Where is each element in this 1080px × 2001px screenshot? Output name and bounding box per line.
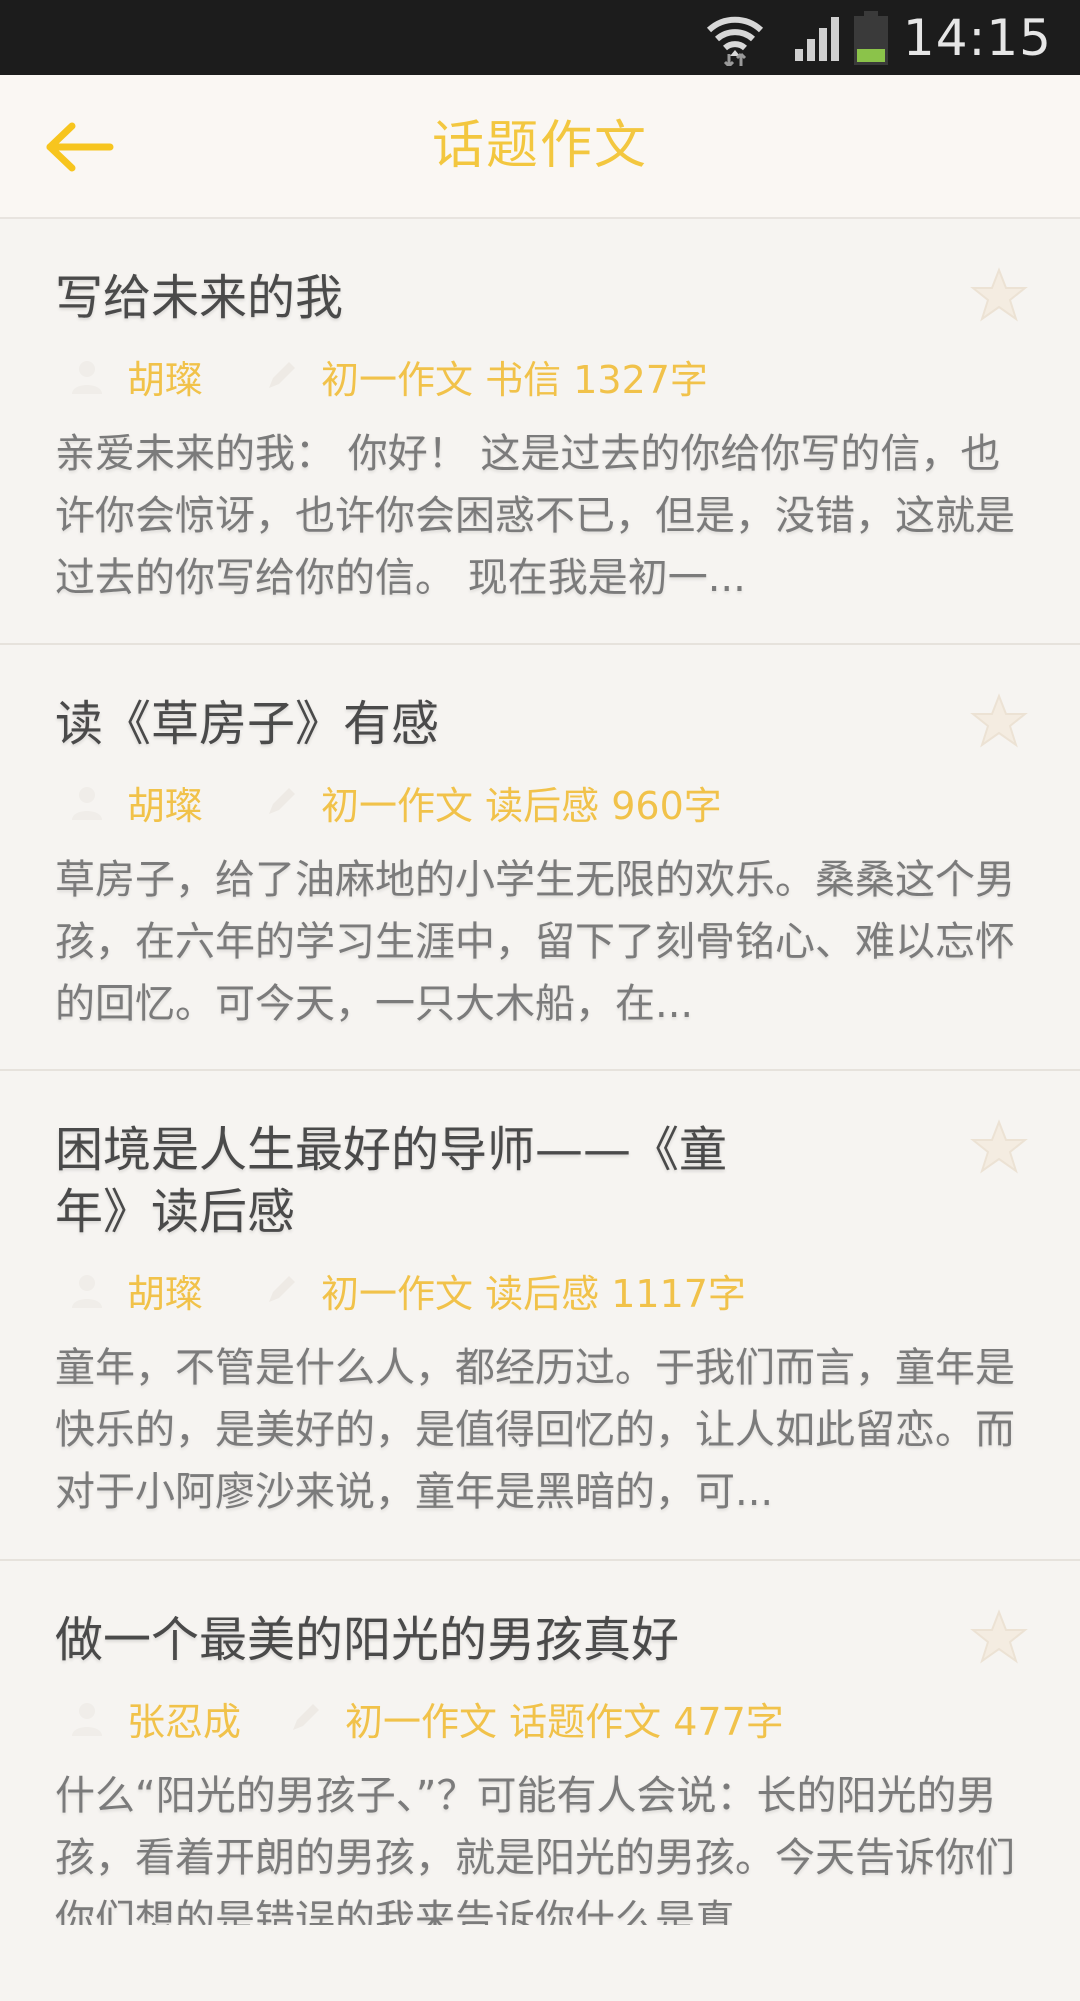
word-count: 477字 — [673, 1699, 784, 1744]
essay-title: 读《草房子》有感 — [55, 696, 440, 752]
essay-summary: 童年，不管是什么人，都经历过。于我们而言，童年是快乐的，是美好的，是值得回忆的，… — [55, 1345, 1015, 1515]
arrow-left-icon — [46, 122, 114, 172]
pencil-icon — [293, 1704, 319, 1730]
list-item[interactable]: 做一个最美的阳光的男孩真好 张忍成 初一作文 话题作文 477字 什么“阳光的男… — [0, 1561, 1080, 2001]
category-label: 读后感 — [485, 1271, 600, 1316]
back-button[interactable] — [34, 109, 124, 185]
pencil-icon — [269, 1276, 295, 1302]
list-item[interactable]: 写给未来的我 胡璨 初一作文 书信 1327字 亲爱未来的我： 你好！ 这是过去… — [0, 219, 1080, 645]
essay-list: 写给未来的我 胡璨 初一作文 书信 1327字 亲爱未来的我： 你好！ 这是过去… — [0, 219, 1080, 2001]
essay-title: 困境是人生最好的导师——《童年》读后感 — [55, 1122, 728, 1240]
grade-label: 初一作文 — [321, 1271, 474, 1316]
page-title: 话题作文 — [431, 116, 648, 176]
meta-row: 张忍成 初一作文 话题作文 477字 — [55, 1693, 1080, 1744]
word-count: 960字 — [611, 783, 722, 828]
star-icon[interactable] — [970, 267, 1028, 323]
star-icon[interactable] — [970, 1609, 1028, 1665]
category-label: 话题作文 — [509, 1699, 662, 1744]
list-item[interactable]: 困境是人生最好的导师——《童年》读后感 胡璨 初一作文 读后感 1117字 童年… — [0, 1071, 1080, 1561]
meta-row: 胡璨 初一作文 读后感 1117字 — [55, 1265, 1080, 1316]
essay-title: 写给未来的我 — [55, 270, 344, 326]
grade-label: 初一作文 — [345, 1699, 498, 1744]
author-name: 胡璨 — [127, 357, 204, 402]
status-clock: 14:15 — [902, 8, 1052, 67]
list-item[interactable]: 读《草房子》有感 胡璨 初一作文 读后感 960字 草房子，给了油麻地的小学生无… — [0, 645, 1080, 1071]
star-icon[interactable] — [970, 693, 1028, 749]
person-icon — [72, 1703, 102, 1736]
author-name: 张忍成 — [127, 1699, 242, 1744]
status-icons: 14:15 — [705, 0, 1052, 75]
wifi-icon — [706, 16, 763, 66]
category-label: 读后感 — [485, 783, 600, 828]
word-count: 1327字 — [573, 357, 708, 402]
grade-label: 初一作文 — [321, 783, 474, 828]
battery-icon — [853, 10, 888, 65]
essay-summary: 什么“阳光的男孩子、”？可能有人会说：长的阳光的男孩，看着开朗的男孩，就是阳光的… — [55, 1773, 1015, 1925]
person-icon — [72, 361, 102, 394]
author-name: 胡璨 — [127, 783, 204, 828]
word-count: 1117字 — [611, 1271, 746, 1316]
star-icon[interactable] — [970, 1119, 1028, 1175]
app-header: 话题作文 — [0, 75, 1080, 219]
category-label: 书信 — [485, 357, 562, 402]
essay-summary: 草房子，给了油麻地的小学生无限的欢乐。桑桑这个男孩，在六年的学习生涯中，留下了刻… — [55, 857, 1015, 1027]
status-bar: 14:15 — [0, 0, 1080, 75]
signal-icon — [794, 16, 839, 61]
essay-title: 做一个最美的阳光的男孩真好 — [55, 1612, 680, 1668]
grade-label: 初一作文 — [321, 357, 474, 402]
person-icon — [72, 787, 102, 820]
pencil-icon — [269, 362, 295, 388]
author-name: 胡璨 — [127, 1271, 204, 1316]
meta-row: 胡璨 初一作文 书信 1327字 — [55, 351, 1080, 402]
essay-summary: 亲爱未来的我： 你好！ 这是过去的你给你写的信，也许你会惊讶，也许你会困惑不已，… — [55, 431, 1015, 601]
meta-row: 胡璨 初一作文 读后感 960字 — [55, 777, 1080, 828]
person-icon — [72, 1275, 102, 1308]
pencil-icon — [269, 788, 295, 814]
